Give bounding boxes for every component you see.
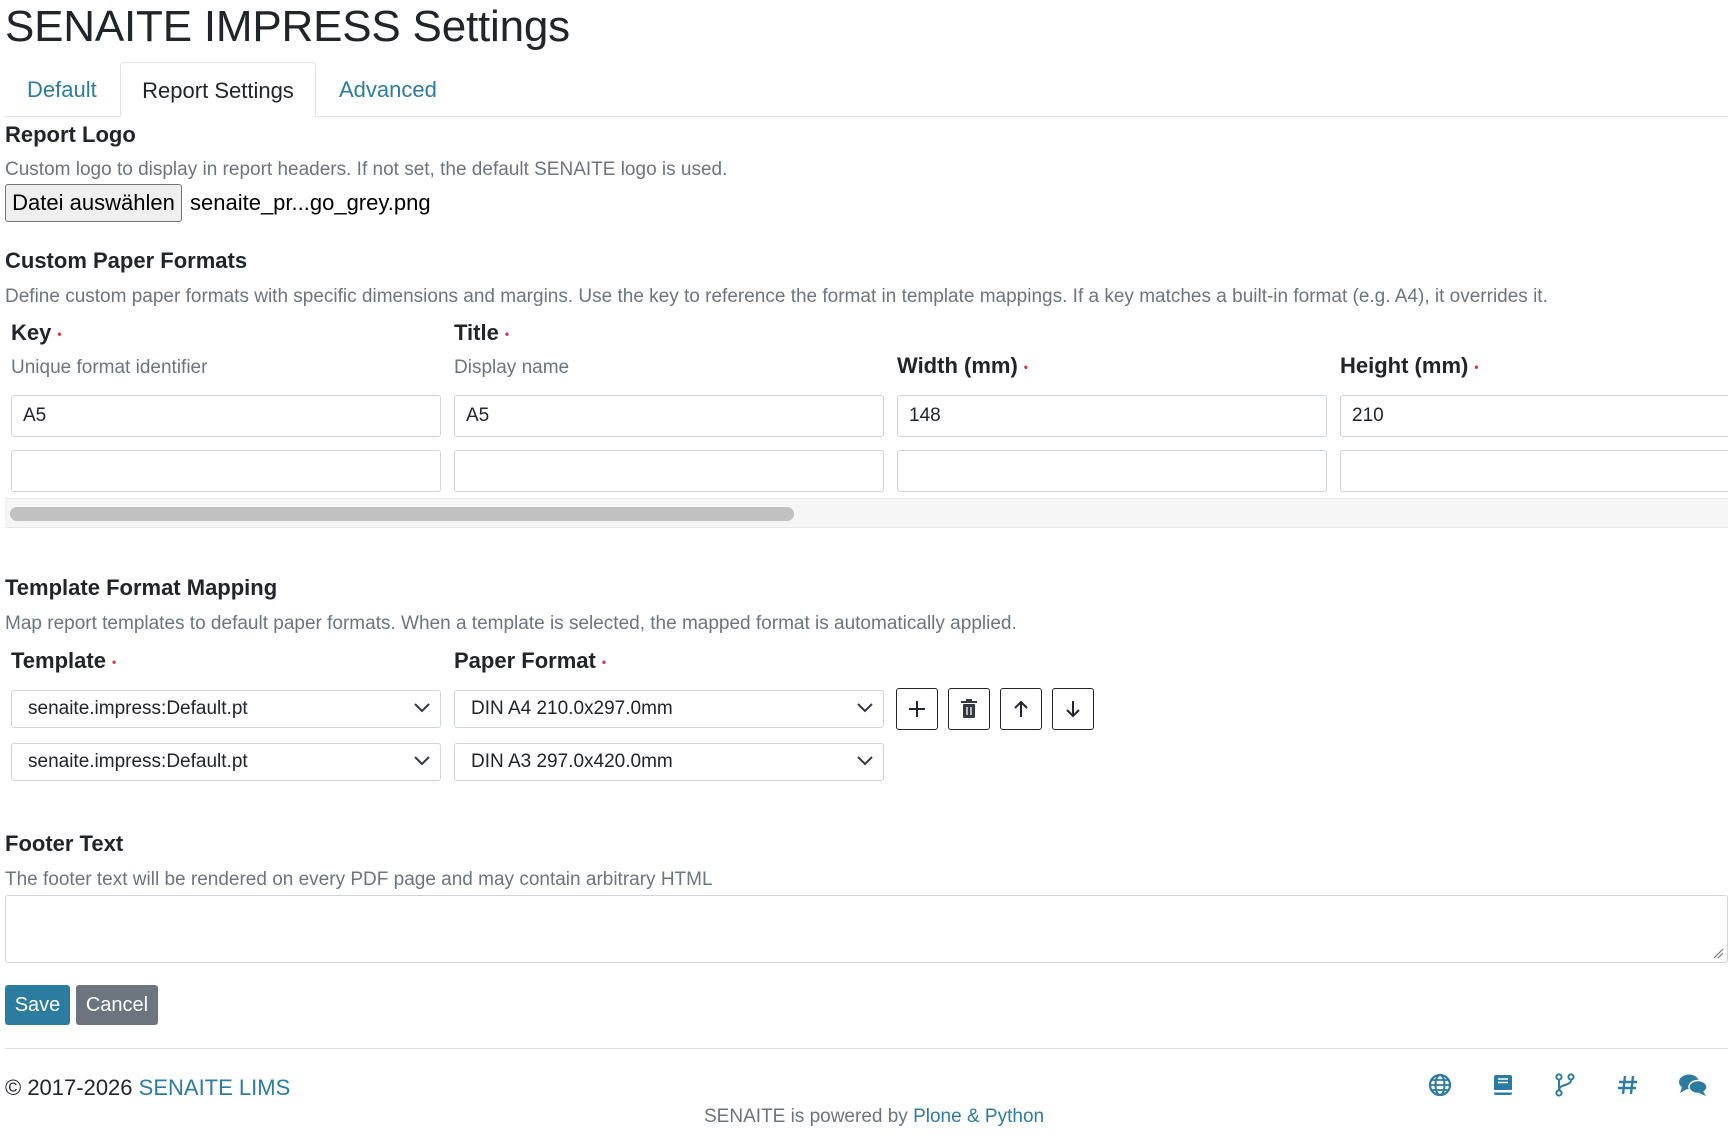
footer-text-title: Footer Text [5,831,124,856]
plus-icon [909,701,925,717]
format-width-input[interactable] [897,450,1327,492]
powered-by: SENAITE is powered by Plone & Python [704,1106,1044,1128]
template-mapping-title: Template Format Mapping [5,575,278,600]
tab-default[interactable]: Default [5,62,119,117]
format-key-input[interactable] [11,450,441,492]
required-marker: • [111,655,117,670]
arrow-up-icon [1014,700,1028,717]
paper-format-select[interactable]: DIN A3 297.0x420.0mm [454,743,884,781]
save-button[interactable]: Save [5,985,70,1025]
copyright: © 2017-2026 SENAITE LIMS [5,1075,290,1101]
page-title: SENAITE IMPRESS Settings [5,2,570,51]
footer-text-help: The footer text will be rendered on ever… [5,869,713,890]
column-height-header: Height (mm) • [1340,353,1479,378]
selected-file-name: senaite_pr...go_grey.png [190,190,431,215]
chevron-down-icon [857,756,873,766]
format-height-input[interactable] [1340,450,1728,492]
plone-python-link[interactable]: Plone & Python [913,1106,1044,1127]
book-icon[interactable] [1491,1073,1515,1097]
cancel-button[interactable]: Cancel [76,985,158,1025]
format-title-input[interactable]: A5 [454,395,884,437]
choose-file-button[interactable]: Datei auswählen [5,184,182,222]
resize-handle-icon[interactable] [1712,947,1724,959]
arrow-down-icon [1066,701,1080,718]
paper-format-select-value: DIN A4 210.0x297.0mm [471,698,673,719]
report-logo-title: Report Logo [5,122,136,147]
senaite-lims-link[interactable]: SENAITE LIMS [139,1075,291,1100]
column-title-help: Display name [454,357,570,378]
paper-formats-help: Define custom paper formats with specifi… [5,286,1548,307]
chevron-down-icon [414,756,430,766]
format-key-input[interactable]: A5 [11,395,441,437]
template-select[interactable]: senaite.impress:Default.pt [11,690,441,728]
column-title-header: Title • [454,320,510,345]
move-up-button[interactable] [1000,688,1042,730]
required-marker: • [1474,360,1479,375]
scrollbar-thumb[interactable] [10,507,794,521]
chevron-down-icon [414,703,430,713]
template-select-value: senaite.impress:Default.pt [28,751,248,772]
template-select-value: senaite.impress:Default.pt [28,698,248,719]
powered-by-text: SENAITE is powered by [704,1106,914,1127]
required-marker: • [601,655,607,670]
add-row-button[interactable] [896,688,938,730]
format-height-input[interactable]: 210 [1340,395,1728,437]
tab-advanced[interactable]: Advanced [317,62,459,117]
report-logo-help: Custom logo to display in report headers… [5,159,728,180]
delete-row-button[interactable] [948,688,990,730]
column-width-header: Width (mm) • [897,353,1028,378]
required-marker: • [57,327,62,342]
paper-format-select-value: DIN A3 297.0x420.0mm [471,751,673,772]
template-mapping-help: Map report templates to default paper fo… [5,613,1017,634]
template-select[interactable]: senaite.impress:Default.pt [11,743,441,781]
globe-icon[interactable] [1428,1073,1452,1097]
paper-formats-title: Custom Paper Formats [5,248,248,273]
tab-report-settings[interactable]: Report Settings [120,62,316,117]
required-marker: • [1023,360,1028,375]
column-paper-format-header: Paper Format • [454,648,607,673]
column-template-header: Template • [11,648,117,673]
format-width-input[interactable]: 148 [897,395,1327,437]
column-key-help: Unique format identifier [11,357,208,378]
footer-divider [5,1048,1728,1049]
column-key-header: Key • [11,320,62,345]
chevron-down-icon [857,703,873,713]
code-branch-icon[interactable] [1553,1073,1577,1097]
trash-icon [961,699,977,718]
comments-icon[interactable] [1678,1073,1708,1097]
move-down-button[interactable] [1052,688,1094,730]
format-title-input[interactable] [454,450,884,492]
hashtag-icon[interactable] [1616,1073,1640,1097]
copyright-text: © 2017-2026 [5,1075,139,1100]
footer-text-textarea[interactable] [5,895,1728,963]
paper-format-select[interactable]: DIN A4 210.0x297.0mm [454,690,884,728]
required-marker: • [504,327,510,342]
